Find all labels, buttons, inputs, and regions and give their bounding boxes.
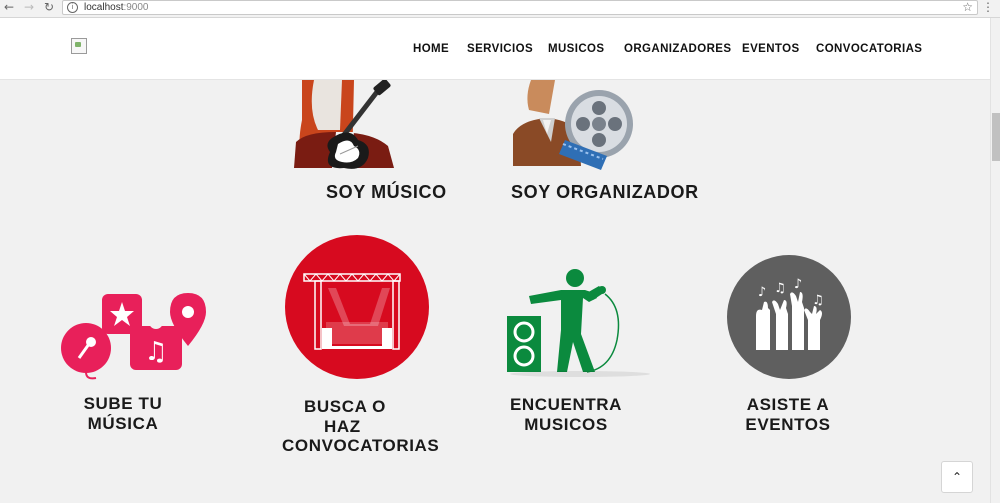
forward-icon[interactable]: → xyxy=(22,0,36,15)
feature-musicians-label[interactable]: ENCUENTRA MUSICOS xyxy=(506,395,626,434)
page-scrollbar[interactable] xyxy=(990,18,1000,503)
organizer-illustration[interactable] xyxy=(511,80,636,170)
info-icon[interactable]: i xyxy=(67,2,78,13)
profile-organizer-label[interactable]: SOY ORGANIZADOR xyxy=(511,182,699,203)
feature-events-label[interactable]: ASISTE A EVENTOS xyxy=(736,395,840,434)
feature-upload-label[interactable]: SUBE TU MÚSICA xyxy=(83,394,163,433)
nav-servicios[interactable]: SERVICIOS xyxy=(467,43,533,55)
back-to-top-button[interactable]: ⌃ xyxy=(941,461,973,493)
svg-text:♫: ♫ xyxy=(812,293,824,308)
singer-illustration[interactable] xyxy=(505,268,655,378)
nav-eventos[interactable]: EVENTOS xyxy=(742,43,800,55)
logo-broken-image[interactable] xyxy=(71,38,87,54)
events-crowd-illustration[interactable]: ♪ ♫ ♪ ♫ xyxy=(726,254,852,380)
svg-text:♪: ♪ xyxy=(794,277,802,292)
back-icon[interactable]: ← xyxy=(2,0,16,15)
nav-home[interactable]: HOME xyxy=(413,43,449,55)
svg-text:♫: ♫ xyxy=(144,337,167,367)
nav-musicos[interactable]: MUSICOS xyxy=(548,43,604,55)
url-text: localhost:9000 xyxy=(84,2,149,13)
musician-illustration[interactable] xyxy=(292,80,422,172)
bookmark-star-icon[interactable]: ☆ xyxy=(962,0,973,14)
browser-menu-icon[interactable]: ⋮ xyxy=(982,0,994,14)
svg-text:♫: ♫ xyxy=(774,281,786,296)
address-bar[interactable]: i localhost:9000 ☆ xyxy=(62,0,978,15)
nav-convocatorias[interactable]: CONVOCATORIAS xyxy=(816,43,922,55)
svg-text:♪: ♪ xyxy=(758,285,766,300)
browser-toolbar: ← → ↻ i localhost:9000 ☆ ⋮ xyxy=(0,0,1000,18)
nav-organizadores[interactable]: ORGANIZADORES xyxy=(624,43,731,55)
reload-icon[interactable]: ↻ xyxy=(42,0,56,15)
site-header: HOME SERVICIOS MUSICOS ORGANIZADORES EVE… xyxy=(0,18,990,80)
profile-musician-label[interactable]: SOY MÚSICO xyxy=(326,182,447,203)
chevron-up-icon: ⌃ xyxy=(951,470,963,484)
feature-calls-label[interactable]: BUSCA O HAZ CONVOCATORIAS xyxy=(280,397,450,456)
scrollbar-thumb[interactable] xyxy=(992,113,1000,161)
upload-music-illustration[interactable]: ♫ xyxy=(60,292,210,380)
stage-illustration[interactable] xyxy=(284,234,430,380)
